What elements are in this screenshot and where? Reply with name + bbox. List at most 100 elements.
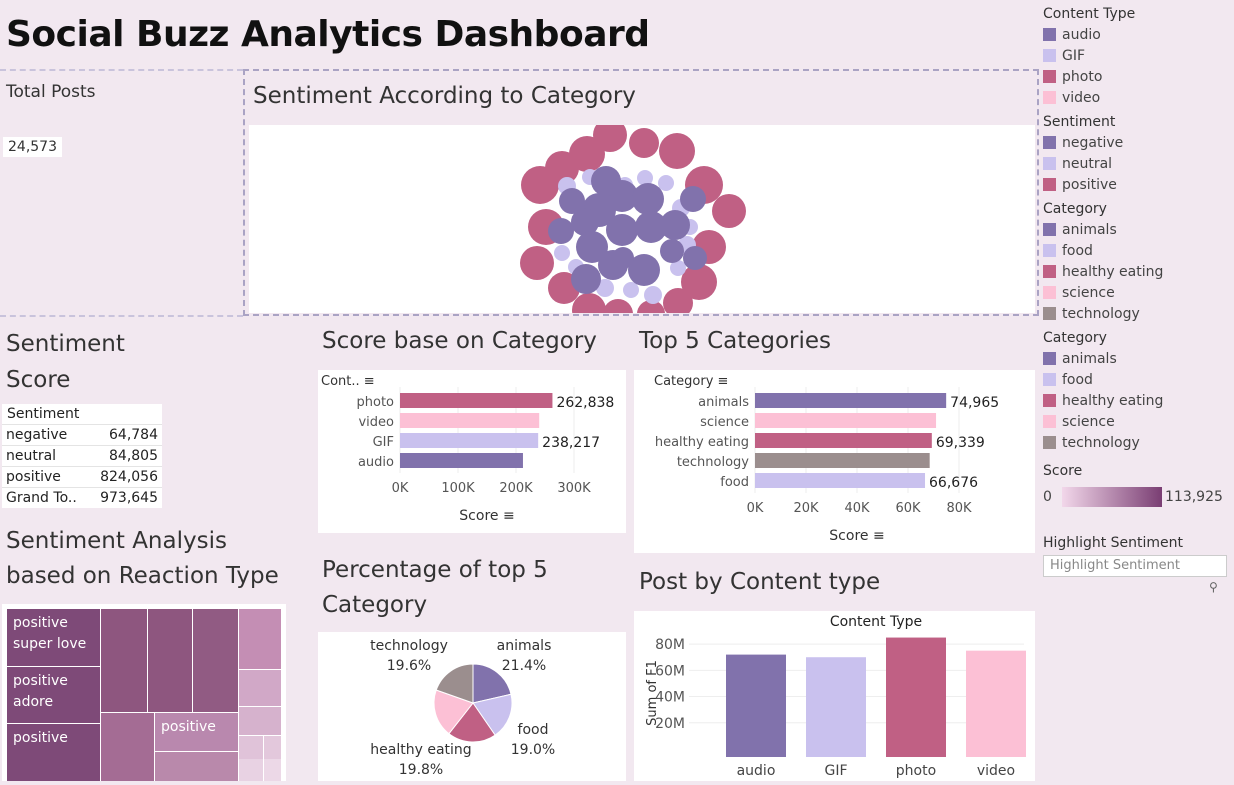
legend-item-animals[interactable]: animals xyxy=(1043,348,1231,369)
search-icon[interactable]: ⚲ xyxy=(1209,580,1218,594)
bar-food[interactable] xyxy=(755,473,926,488)
pct-title: Percentage of top 5 Category xyxy=(322,557,548,618)
legend-item-video[interactable]: video xyxy=(1043,87,1231,108)
bubble-positive[interactable] xyxy=(520,246,554,280)
bar-GIF[interactable] xyxy=(806,657,866,757)
treemap-tile[interactable] xyxy=(101,713,154,781)
bar-audio[interactable] xyxy=(726,654,786,757)
bubble-negative[interactable] xyxy=(660,239,684,263)
x-tick-label: 300K xyxy=(557,481,591,496)
x-tick-label: 100K xyxy=(441,481,475,496)
legend-category-title: Category xyxy=(1043,201,1107,217)
legend-item-animals[interactable]: animals xyxy=(1043,219,1231,240)
sentiment-score-title: Sentiment Score xyxy=(6,331,125,393)
legend-item-negative[interactable]: negative xyxy=(1043,132,1231,153)
treemap-tile[interactable] xyxy=(264,759,281,781)
divider xyxy=(0,69,243,71)
legend-label: food xyxy=(1062,242,1093,259)
bar-GIF[interactable] xyxy=(400,433,539,448)
legend-item-healthy-eating[interactable]: healthy eating xyxy=(1043,390,1231,411)
table-row: positive 824,056 xyxy=(2,466,162,488)
bubble-negative[interactable] xyxy=(559,188,585,214)
bubble-negative[interactable] xyxy=(571,264,601,294)
bar-photo[interactable] xyxy=(886,637,946,757)
legend-category-title-2: Category xyxy=(1043,330,1107,346)
bar-healthy-eating[interactable] xyxy=(755,433,932,448)
data-label: 262,838 xyxy=(556,395,614,411)
treemap-tile[interactable]: positive adore xyxy=(7,667,100,723)
treemap-tile[interactable] xyxy=(155,752,238,781)
y-tick-label: 80M xyxy=(655,637,685,653)
treemap-tile[interactable] xyxy=(101,609,147,712)
treemap-tile[interactable]: positive xyxy=(155,713,238,751)
bubble-positive[interactable] xyxy=(712,194,746,228)
bubble-negative[interactable] xyxy=(632,183,664,215)
sentiment-table-body: negative 64,784 neutral 84,805 positive 824… xyxy=(2,424,162,508)
bar-video[interactable] xyxy=(966,650,1026,757)
treemap-tile[interactable] xyxy=(148,609,192,712)
score-category-panel: Cont.. ≡ 0K 100K 200K 300K photo 262,838 video G… xyxy=(318,370,626,533)
bubble-negative[interactable] xyxy=(606,214,638,246)
bubble-positive[interactable] xyxy=(659,133,695,169)
bar-science[interactable] xyxy=(755,413,937,428)
bar-audio[interactable] xyxy=(400,453,523,468)
bubble-positive[interactable] xyxy=(603,299,633,329)
legend-item-technology[interactable]: technology xyxy=(1043,303,1231,324)
dimension-header[interactable]: Category ≡ xyxy=(654,374,728,389)
bubble-negative[interactable] xyxy=(683,246,707,270)
treemap-tile[interactable] xyxy=(239,759,263,781)
pct-pie-chart: technology 19.6% animals 21.4% food 19.0% heal… xyxy=(370,638,555,778)
bubble-negative[interactable] xyxy=(612,247,634,269)
bubble-panel[interactable]: Sentiment According to Category xyxy=(243,69,1039,329)
legend-item-neutral[interactable]: neutral xyxy=(1043,153,1231,174)
bar-technology[interactable] xyxy=(755,453,930,468)
legend-item-audio[interactable]: audio xyxy=(1043,24,1231,45)
reaction-treemap: positive super love positive adore positiv… xyxy=(7,609,281,781)
bubble-neutral[interactable] xyxy=(554,245,570,261)
bubble-neutral[interactable] xyxy=(658,175,674,191)
bar-photo[interactable] xyxy=(400,393,553,408)
legend-item-science[interactable]: science xyxy=(1043,282,1231,303)
pie-percent: 19.6% xyxy=(387,658,431,674)
legend-label: negative xyxy=(1062,134,1124,151)
pct-panel: technology 19.6% animals 21.4% food 19.0% heal… xyxy=(318,632,626,781)
treemap-tile[interactable] xyxy=(239,609,281,669)
legend-category-2: animals food healthy eating science technolo… xyxy=(1043,348,1231,453)
bar-video[interactable] xyxy=(400,413,540,428)
bubble-negative[interactable] xyxy=(680,186,706,212)
legend-label: science xyxy=(1062,284,1115,301)
legend-item-food[interactable]: food xyxy=(1043,240,1231,261)
legend-item-technology[interactable]: technology xyxy=(1043,432,1231,453)
bubble-chart-title: Sentiment According to Category xyxy=(253,83,636,109)
x-axis-label[interactable]: Score ≡ xyxy=(459,508,514,524)
bubble-neutral[interactable] xyxy=(644,286,662,304)
legend-item-science[interactable]: science xyxy=(1043,411,1231,432)
highlight-label: Highlight Sentiment xyxy=(1043,535,1184,551)
highlight-search-input[interactable]: Highlight Sentiment xyxy=(1043,555,1227,577)
legend-item-gif[interactable]: GIF xyxy=(1043,45,1231,66)
x-axis-label[interactable]: Score ≡ xyxy=(829,528,884,544)
treemap-tile[interactable]: positive xyxy=(7,724,100,781)
bar-animals[interactable] xyxy=(755,393,947,408)
legend-item-healthy-eating[interactable]: healthy eating xyxy=(1043,261,1231,282)
legend-item-photo[interactable]: photo xyxy=(1043,66,1231,87)
bubble-negative[interactable] xyxy=(548,218,574,244)
treemap-tile[interactable] xyxy=(193,609,238,712)
legend-label: neutral xyxy=(1062,155,1113,172)
bubble-neutral[interactable] xyxy=(623,282,639,298)
legend-item-food[interactable]: food xyxy=(1043,369,1231,390)
x-tick-label: 20K xyxy=(793,501,819,516)
data-label: 66,676 xyxy=(929,475,978,491)
bubble-positive[interactable] xyxy=(521,166,559,204)
treemap-tile[interactable] xyxy=(239,707,281,735)
bubble-chart-area xyxy=(249,118,1035,329)
treemap-tile[interactable] xyxy=(239,670,281,706)
category-label: technology xyxy=(677,455,749,470)
legend-item-positive[interactable]: positive xyxy=(1043,174,1231,195)
bubble-positive[interactable] xyxy=(629,128,659,158)
bubble-negative[interactable] xyxy=(660,210,690,240)
pie-label: animals xyxy=(497,638,552,654)
treemap-tile[interactable]: positive super love xyxy=(7,609,100,666)
bubble-negative[interactable] xyxy=(591,166,621,196)
dimension-header[interactable]: Cont.. ≡ xyxy=(321,374,375,389)
